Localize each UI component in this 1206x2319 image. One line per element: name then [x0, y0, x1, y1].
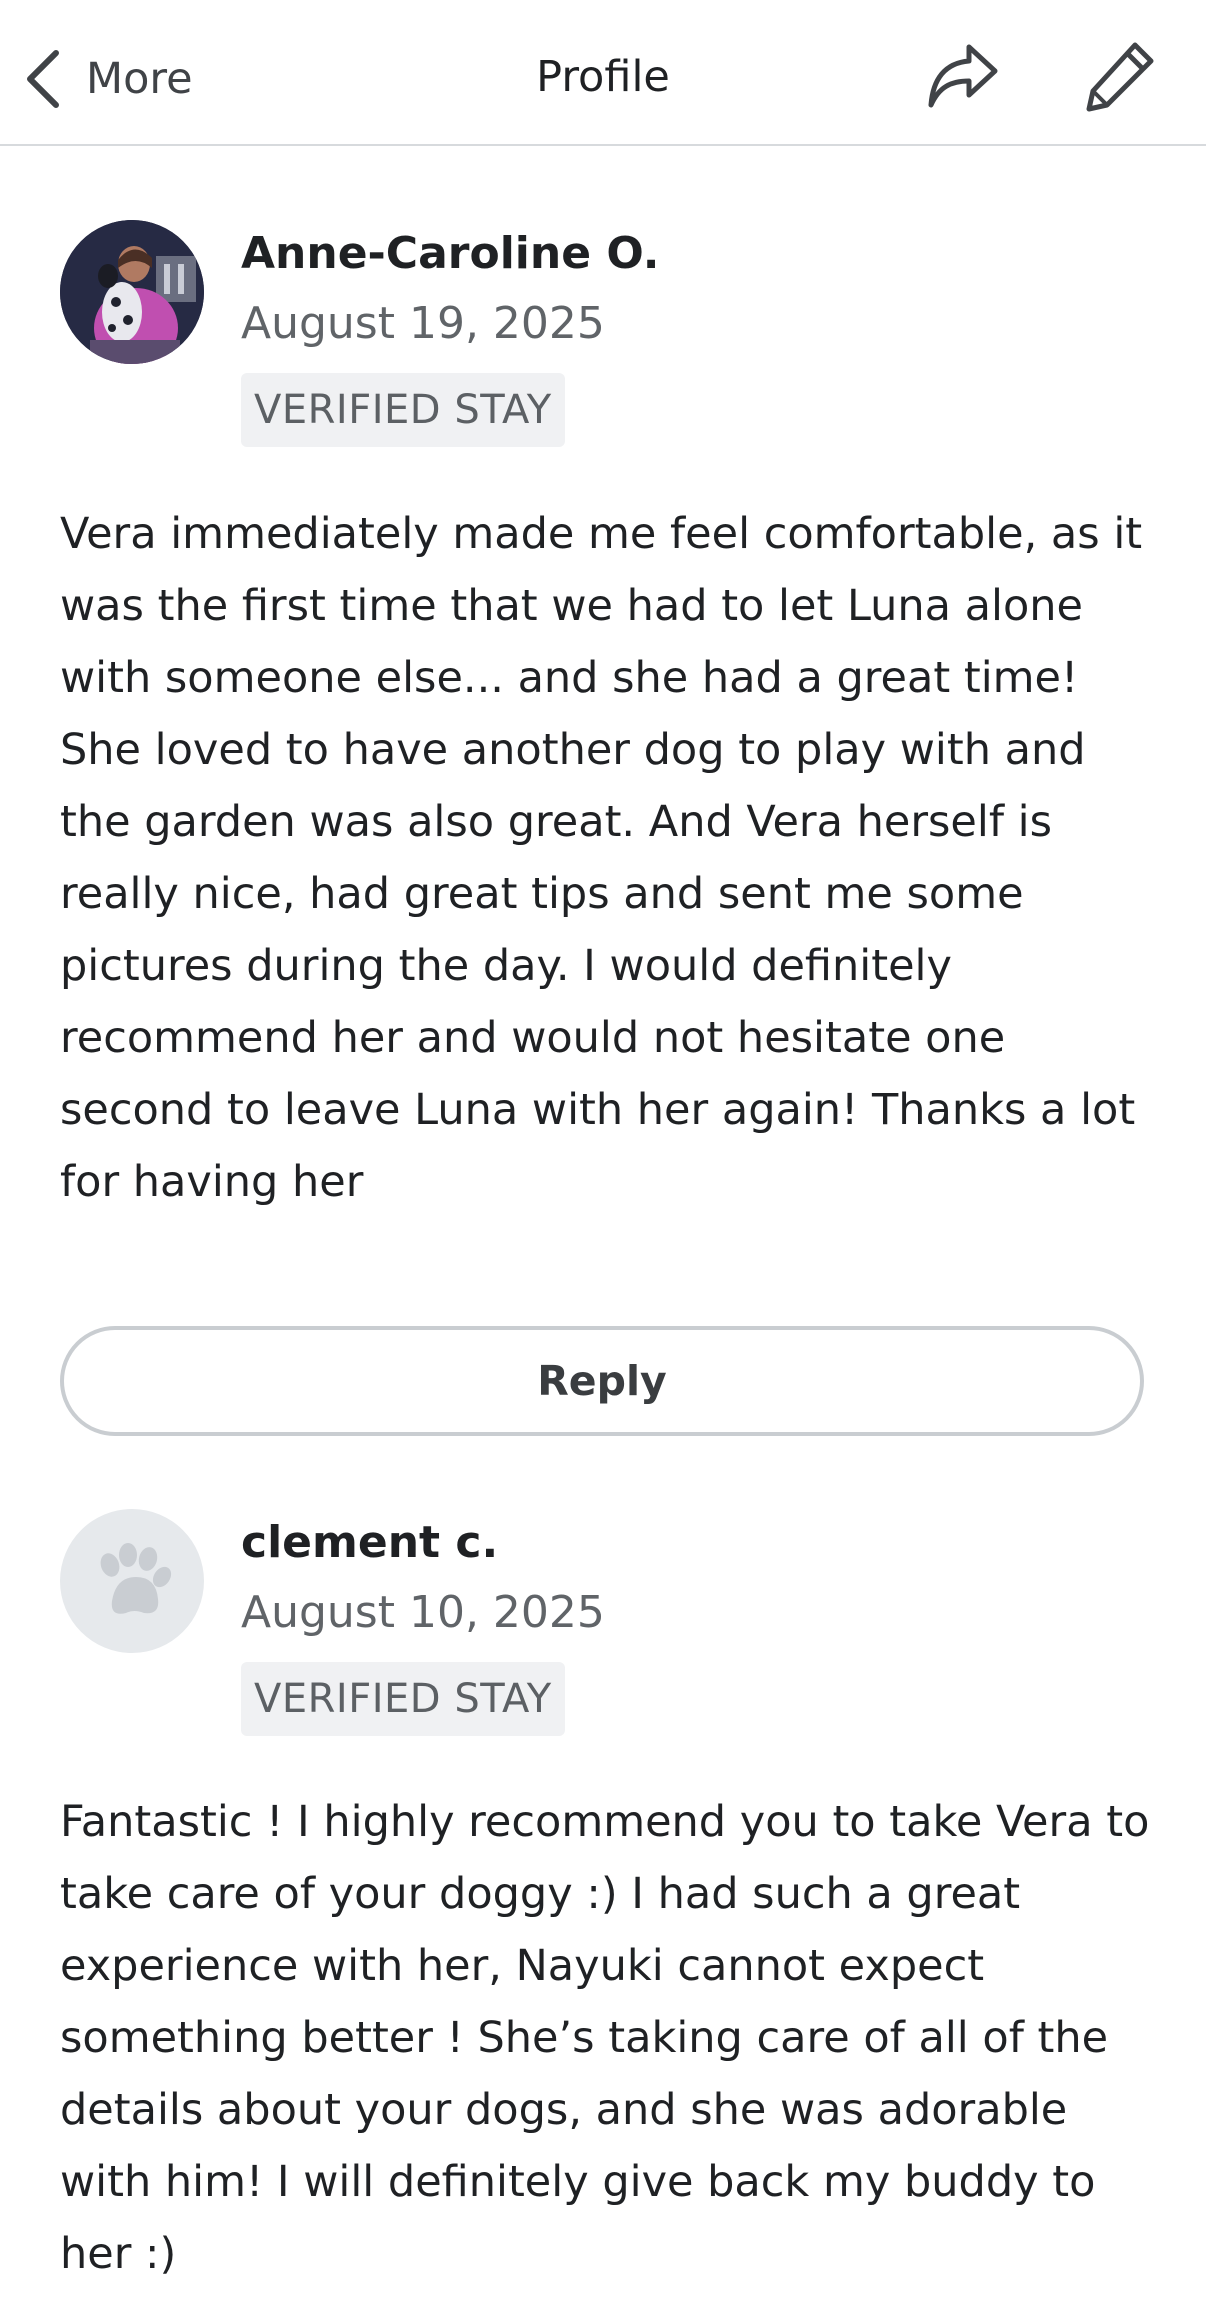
- top-nav-bar: More Profile: [0, 0, 1206, 146]
- review-text-line: recommend her and would not hesitate one: [60, 1013, 1006, 1063]
- review-text-line: Vera immediately made me feel comfortabl…: [60, 509, 1143, 559]
- share-arrow-icon: [928, 44, 998, 108]
- paw-placeholder-icon: [100, 1543, 172, 1614]
- reviewer-name[interactable]: clement c.: [241, 1517, 498, 1568]
- avatar-photo-image: [60, 220, 204, 364]
- review-text-line: for having her: [60, 1157, 364, 1207]
- review-text-line: the garden was also great. And Vera hers…: [60, 797, 1052, 847]
- review-text-line: was the first time that we had to let Lu…: [60, 581, 1083, 631]
- review-date: August 19, 2025: [241, 298, 605, 349]
- review-text-line: She loved to have another dog to play wi…: [60, 725, 1086, 775]
- share-button[interactable]: [922, 36, 1002, 116]
- review-text-line: really nice, had great tips and sent me …: [60, 869, 1024, 919]
- pencil-icon: [1086, 42, 1154, 112]
- edit-button[interactable]: [1080, 36, 1160, 116]
- review-card: clement c. August 10, 2025 VERIFIED STAY…: [60, 1509, 1149, 2309]
- verified-stay-badge: VERIFIED STAY: [241, 1662, 565, 1736]
- review-date: August 10, 2025: [241, 1587, 605, 1638]
- reply-button[interactable]: Reply: [60, 1326, 1144, 1436]
- review-text-line: with someone else... and she had a great…: [60, 653, 1079, 703]
- review-text-line: her :): [60, 2229, 177, 2279]
- review-text-line: take care of your doggy :) I had such a …: [60, 1869, 1021, 1919]
- review-text: Vera immediately made me feel comfortabl…: [60, 498, 1160, 1218]
- review-text-line: something better ! She’s taking care of …: [60, 2013, 1109, 2063]
- review-text-line: experience with her, Nayuki cannot expec…: [60, 1941, 985, 1991]
- reviewer-avatar[interactable]: [60, 1509, 204, 1653]
- review-text-line: pictures during the day. I would definit…: [60, 941, 952, 991]
- review-text-line: Fantastic ! I highly recommend you to ta…: [60, 1797, 1150, 1847]
- reviewer-name[interactable]: Anne-Caroline O.: [241, 228, 660, 279]
- reviewer-avatar[interactable]: [60, 220, 204, 364]
- review-card: Anne-Caroline O. August 19, 2025 VERIFIE…: [60, 220, 1146, 1220]
- review-text-line: with him! I will definitely give back my…: [60, 2157, 1096, 2207]
- verified-stay-badge: VERIFIED STAY: [241, 373, 565, 447]
- review-text-line: second to leave Luna with her again! Tha…: [60, 1085, 1136, 1135]
- review-text: Fantastic ! I highly recommend you to ta…: [60, 1786, 1160, 2290]
- review-text-line: details about your dogs, and she was ado…: [60, 2085, 1068, 2135]
- page-title: Profile: [536, 52, 670, 102]
